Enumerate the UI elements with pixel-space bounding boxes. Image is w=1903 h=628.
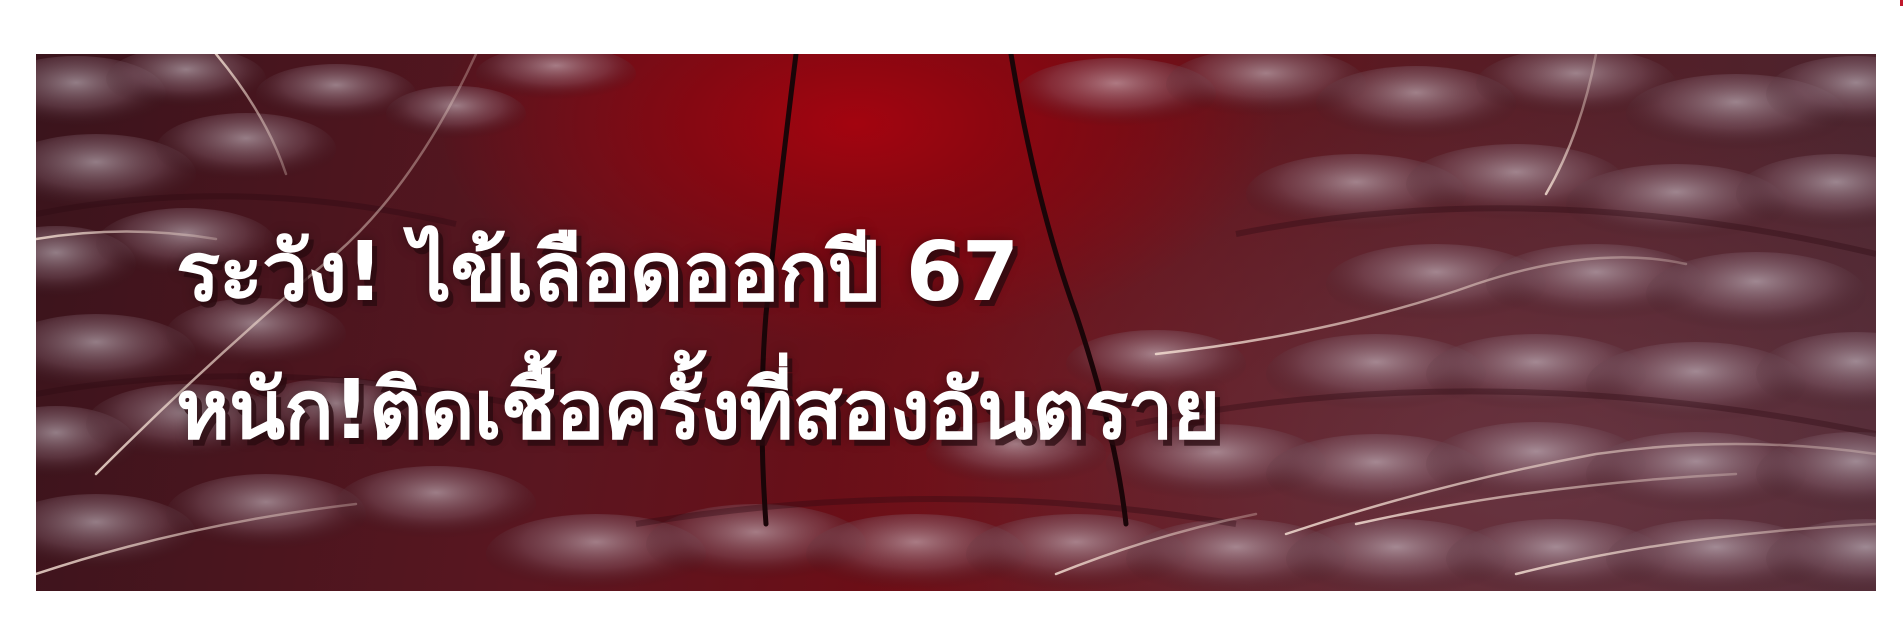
headline-line-2: หนัก!ติดเชื้อครั้งที่สองอันตราย	[176, 363, 1221, 458]
headline: ระวัง! ไข้เลือดออกปี 67 หนัก!ติดเชื้อครั…	[176, 204, 1221, 480]
hero-banner: ระวัง! ไข้เลือดออกปี 67 หนัก!ติดเชื้อครั…	[36, 54, 1876, 591]
headline-line-1: ระวัง! ไข้เลือดออกปี 67	[176, 225, 1019, 320]
page: ระวัง! ไข้เลือดออกปี 67 หนัก!ติดเชื้อครั…	[0, 0, 1903, 628]
